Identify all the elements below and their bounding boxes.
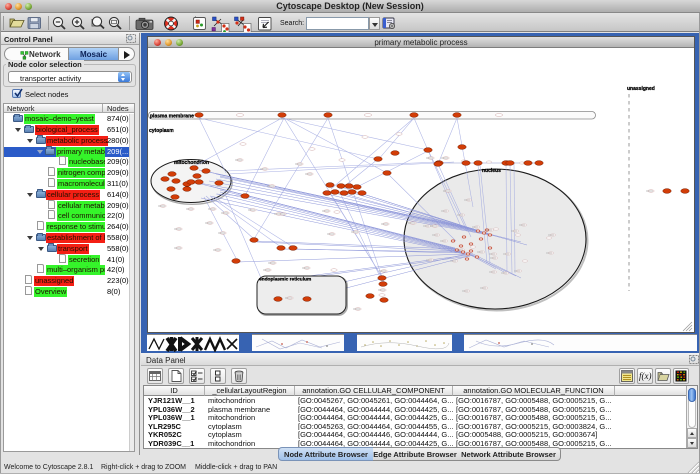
- svg-text:unassigned: unassigned: [627, 86, 655, 92]
- svg-text:endoplasmic reticulum: endoplasmic reticulum: [259, 277, 311, 283]
- svg-text:cytoplasm: cytoplasm: [149, 128, 174, 134]
- svg-text:nucleus: nucleus: [482, 168, 501, 174]
- svg-text:plasma membrane: plasma membrane: [150, 114, 194, 120]
- svg-text:f(x): f(x): [639, 371, 652, 381]
